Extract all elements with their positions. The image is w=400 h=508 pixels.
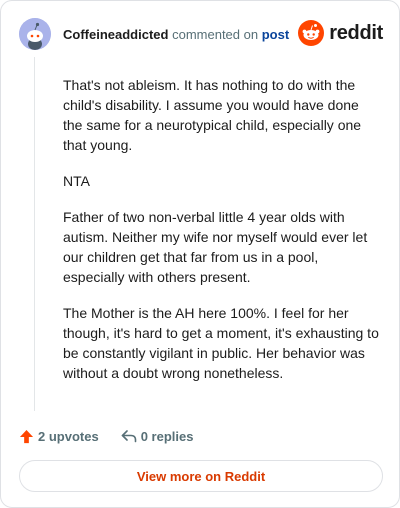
reddit-snoo-icon xyxy=(298,20,325,46)
replies-button[interactable]: 0 replies xyxy=(121,428,194,444)
comment-header: Coffeineaddicted commented on post reddi… xyxy=(19,18,383,50)
upvotes-count: 2 upvotes xyxy=(38,428,99,444)
upvotes-button[interactable]: 2 upvotes xyxy=(19,429,99,444)
comment-body: That's not ableism. It has nothing to do… xyxy=(63,75,381,399)
username-link[interactable]: Coffeineaddicted xyxy=(63,27,168,42)
commented-on-text: commented on xyxy=(172,27,259,42)
reply-arrow-icon xyxy=(121,430,136,443)
reddit-wordmark: reddit xyxy=(329,21,383,44)
replies-count: 0 replies xyxy=(140,428,194,444)
avatar[interactable] xyxy=(19,18,51,50)
comment-paragraph: NTA xyxy=(63,173,90,189)
upvote-arrow-icon xyxy=(19,429,34,443)
comment-paragraph: The Mother is the AH here 100%. I feel f… xyxy=(63,305,379,381)
comment-paragraph: Father of two non-verbal little 4 year o… xyxy=(63,209,368,285)
comment-byline: Coffeineaddicted commented on post xyxy=(63,27,289,43)
embedded-comment-card: Coffeineaddicted commented on post reddi… xyxy=(0,0,400,508)
reddit-logo[interactable]: reddit xyxy=(298,20,383,46)
post-link[interactable]: post xyxy=(262,27,289,42)
comment-paragraph: That's not ableism. It has nothing to do… xyxy=(63,77,362,153)
comment-actions: 2 upvotes 0 replies xyxy=(19,427,193,445)
thread-line xyxy=(34,57,35,411)
snoo-avatar-icon xyxy=(19,18,51,50)
view-more-on-reddit-button[interactable]: View more on Reddit xyxy=(19,460,383,492)
